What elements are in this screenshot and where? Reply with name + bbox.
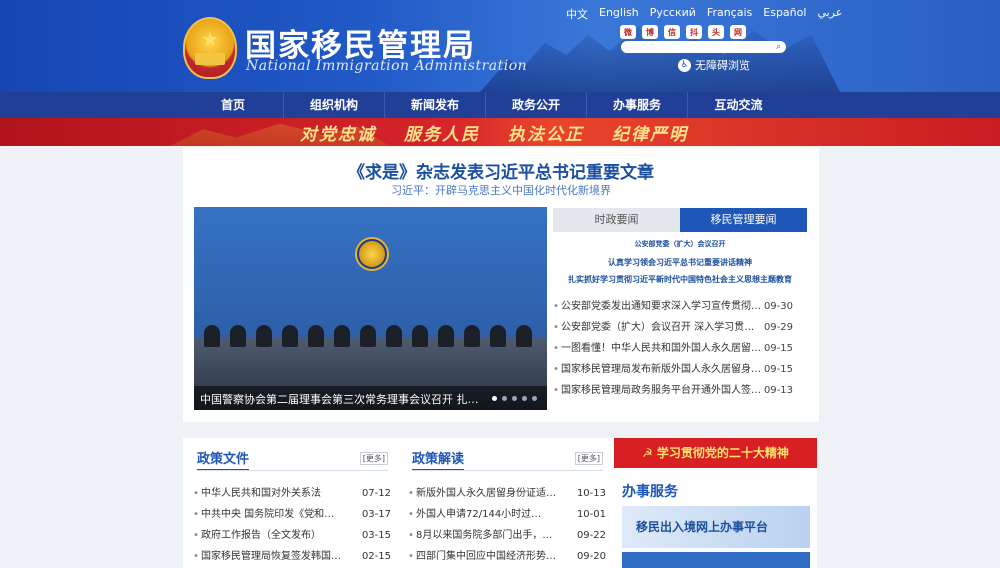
carousel-dot-2[interactable] bbox=[502, 396, 507, 401]
nav-news[interactable]: 新闻发布 bbox=[385, 92, 486, 118]
carousel-caption-text: 中国警察协会第二届理事会第三次常务理事会议召开 扎实做好警察… bbox=[200, 393, 480, 406]
news-tabs: 时政要闻 移民管理要闻 bbox=[553, 208, 807, 232]
policy-documents-list: 中华人民共和国对外关系法07-12 中共中央 国务院印发《党和国…03-17 政… bbox=[193, 483, 393, 567]
list-item[interactable]: 外国人申请72/144小时过…10-01 bbox=[408, 504, 608, 525]
weibo-icon[interactable]: 微 bbox=[620, 25, 636, 39]
platform-label: 移民出入境网上办事平台 bbox=[636, 520, 769, 534]
lang-zh[interactable]: 中文 bbox=[566, 6, 588, 22]
nav-interaction[interactable]: 互动交流 bbox=[688, 92, 789, 118]
slogan-banner: 对党忠诚 服务人民 执法公正 纪律严明 bbox=[0, 118, 1000, 146]
slogan-3: 执法公正 bbox=[508, 125, 584, 145]
right-column: ☭ 学习贯彻党的二十大精神 办事服务 移民出入境网上办事平台 bbox=[614, 438, 817, 568]
nav-services[interactable]: 办事服务 bbox=[587, 92, 688, 118]
online-service-platform-button[interactable]: 移民出入境网上办事平台 bbox=[622, 506, 810, 548]
list-item[interactable]: 公安部党委发出通知要求深入学习宣传贯彻习近…09-30 bbox=[553, 296, 807, 317]
featured-line-3: 扎实抓好学习贯彻习近平新时代中国特色社会主义思想主题教育 bbox=[568, 275, 792, 284]
douyin-icon[interactable]: 抖 bbox=[686, 25, 702, 39]
policy-interpretation-panel: 政策解读 [更多] 新版外国人永久居留身份证适配…10-13 外国人申请72/1… bbox=[398, 438, 617, 568]
slogan-1: 对党忠诚 bbox=[300, 125, 376, 145]
search-input[interactable]: ⌕ bbox=[621, 41, 786, 53]
featured-line-1: 公安部党委（扩大）会议召开 bbox=[634, 240, 726, 248]
list-item[interactable]: 公安部党委（扩大）会议召开 深入学习贯彻习…09-29 bbox=[553, 317, 807, 338]
main-nav: 首页 组织机构 新闻发布 政务公开 办事服务 互动交流 bbox=[0, 92, 1000, 118]
lang-fr[interactable]: Français bbox=[707, 6, 752, 22]
blog-icon[interactable]: 博 bbox=[642, 25, 658, 39]
meeting-backdrop bbox=[194, 207, 547, 337]
site-header: ★ 国家移民管理局 National Immigration Administr… bbox=[0, 0, 1000, 92]
list-item[interactable]: 国家移民管理局政务服务平台开通外国人签证证…09-13 bbox=[553, 380, 807, 401]
featured-story[interactable]: 公安部党委（扩大）会议召开 认真学习领会习近平总书记重要讲话精神 扎实抓好学习贯… bbox=[553, 239, 807, 285]
nav-organization[interactable]: 组织机构 bbox=[284, 92, 385, 118]
website-icon[interactable]: 网 bbox=[730, 25, 746, 39]
language-switcher: 中文 English Русский Français Español عربي bbox=[566, 6, 842, 22]
list-item[interactable]: 政府工作报告（全文发布）03-15 bbox=[193, 525, 393, 546]
wechat-icon[interactable]: 信 bbox=[664, 25, 680, 39]
lang-ar[interactable]: عربي bbox=[817, 6, 842, 22]
policy-documents-panel: 政策文件 [更多] 中华人民共和国对外关系法07-12 中共中央 国务院印发《党… bbox=[183, 438, 402, 568]
more-link[interactable]: [更多] bbox=[359, 452, 388, 465]
party-emblem-icon: ☭ bbox=[642, 446, 653, 460]
list-item[interactable]: 国家移民管理局发布新版外国人永久居留身份证09-15 bbox=[553, 359, 807, 380]
list-item[interactable]: 中共中央 国务院印发《党和国…03-17 bbox=[193, 504, 393, 525]
list-item[interactable]: 四部门集中回应中国经济形势，…09-20 bbox=[408, 546, 608, 567]
accessibility-icon: ♿ bbox=[678, 58, 691, 72]
divider bbox=[412, 470, 603, 471]
panel-title[interactable]: 政策文件 bbox=[197, 448, 250, 471]
search-icon[interactable]: ⌕ bbox=[776, 41, 781, 53]
secondary-service-button[interactable] bbox=[622, 552, 810, 568]
carousel-dot-1[interactable] bbox=[492, 396, 497, 401]
more-link[interactable]: [更多] bbox=[574, 452, 603, 465]
carousel-dot-3[interactable] bbox=[512, 396, 517, 401]
news-carousel[interactable]: 中国警察协会第二届理事会第三次常务理事会议召开 扎实做好警察… bbox=[194, 207, 547, 410]
study-banner[interactable]: ☭ 学习贯彻党的二十大精神 bbox=[614, 438, 817, 468]
tab-political-news[interactable]: 时政要闻 bbox=[553, 208, 680, 232]
lang-ru[interactable]: Русский bbox=[650, 6, 696, 22]
list-item[interactable]: 新版外国人永久居留身份证适配…10-13 bbox=[408, 483, 608, 504]
slogans: 对党忠诚 服务人民 执法公正 纪律严明 bbox=[300, 120, 688, 145]
lang-en[interactable]: English bbox=[599, 6, 639, 22]
panel-title[interactable]: 政策解读 bbox=[412, 448, 465, 471]
accessibility-label: 无障碍浏览 bbox=[695, 59, 750, 72]
nav-home[interactable]: 首页 bbox=[183, 92, 284, 118]
headline-link[interactable]: 《求是》杂志发表习近平总书记重要文章 bbox=[183, 158, 819, 183]
attendees-graphic bbox=[204, 325, 532, 347]
lang-es[interactable]: Español bbox=[763, 6, 806, 22]
policy-interpretation-list: 新版外国人永久居留身份证适配…10-13 外国人申请72/144小时过…10-0… bbox=[408, 483, 608, 567]
list-item[interactable]: 国家移民管理局恢复签发韩国公…02-15 bbox=[193, 546, 393, 567]
national-emblem-icon[interactable]: ★ bbox=[183, 17, 237, 79]
carousel-dot-5[interactable] bbox=[532, 396, 537, 401]
headline-card: 《求是》杂志发表习近平总书记重要文章 习近平：开辟马克思主义中国化时代化新境界 … bbox=[183, 148, 819, 422]
divider bbox=[197, 470, 388, 471]
services-title: 办事服务 bbox=[622, 484, 678, 500]
toutiao-icon[interactable]: 头 bbox=[708, 25, 724, 39]
study-banner-label: 学习贯彻党的二十大精神 bbox=[656, 446, 789, 460]
social-links: 微 博 信 抖 头 网 bbox=[620, 25, 746, 39]
star-icon: ★ bbox=[201, 27, 219, 51]
list-item[interactable]: 一图看懂！中华人民共和国外国人永久居留身份…09-15 bbox=[553, 338, 807, 359]
tab-immigration-news[interactable]: 移民管理要闻 bbox=[680, 208, 807, 232]
slogan-2: 服务人民 bbox=[404, 125, 480, 145]
site-subtitle: National Immigration Administration bbox=[246, 58, 528, 74]
gate-icon bbox=[195, 53, 225, 65]
accessibility-button[interactable]: ♿ 无障碍浏览 bbox=[678, 57, 750, 73]
featured-line-2: 认真学习领会习近平总书记重要讲话精神 bbox=[608, 258, 752, 267]
slogan-4: 纪律严明 bbox=[612, 125, 688, 145]
police-badge-icon bbox=[355, 237, 389, 271]
carousel-dot-4[interactable] bbox=[522, 396, 527, 401]
list-item[interactable]: 中华人民共和国对外关系法07-12 bbox=[193, 483, 393, 504]
nav-affairs[interactable]: 政务公开 bbox=[486, 92, 587, 118]
list-item[interactable]: 8月以来国务院多部门出手，看…09-22 bbox=[408, 525, 608, 546]
carousel-dots bbox=[492, 396, 537, 401]
news-list: 公安部党委发出通知要求深入学习宣传贯彻习近…09-30 公安部党委（扩大）会议召… bbox=[553, 296, 807, 401]
subheadline-link[interactable]: 习近平：开辟马克思主义中国化时代化新境界 bbox=[183, 182, 819, 198]
